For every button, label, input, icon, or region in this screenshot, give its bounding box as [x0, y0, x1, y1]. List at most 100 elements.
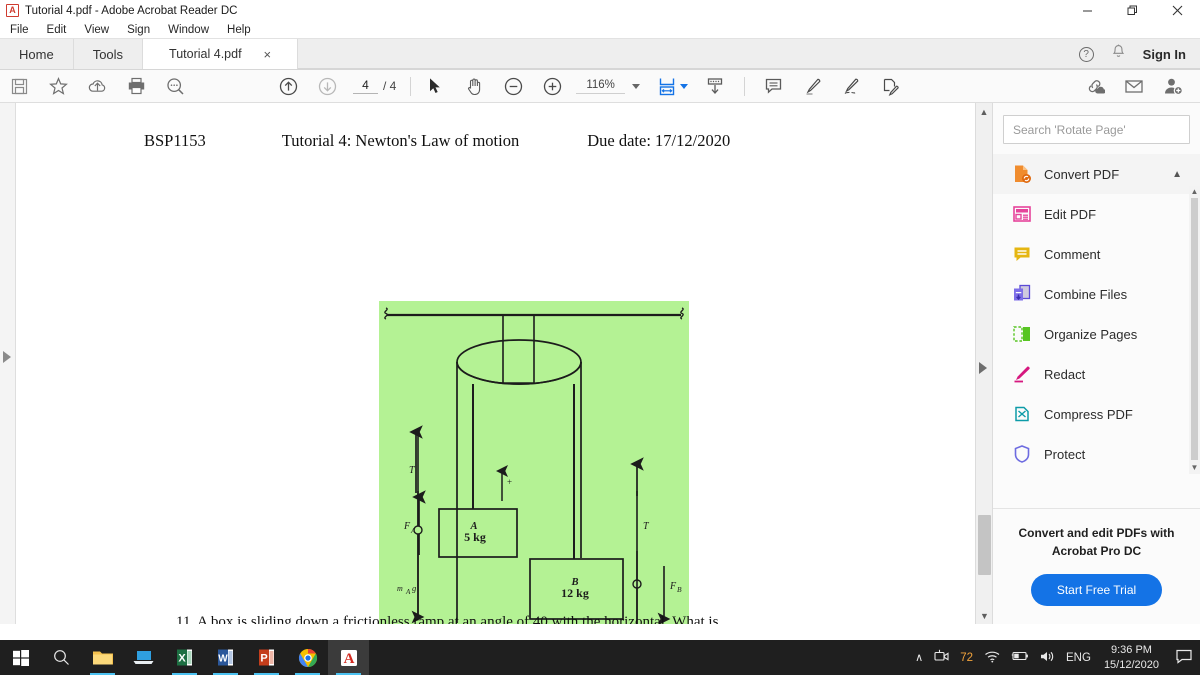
menu-item-file[interactable]: File	[8, 23, 31, 37]
acrobat-icon[interactable]: A	[328, 640, 369, 675]
chrome-icon[interactable]	[287, 640, 328, 675]
tool-item-combine-files[interactable]: Combine Files	[993, 274, 1200, 314]
tool-item-protect[interactable]: Protect	[993, 434, 1200, 474]
physics-figure: A 5 kg B 12 kg T F A m A g + T F B	[379, 301, 689, 624]
page-fit-icon[interactable]	[654, 70, 680, 103]
tools-scroll-down-icon[interactable]: ▼	[1189, 462, 1200, 474]
scroll-down-icon[interactable]: ▼	[976, 607, 993, 624]
menu-item-view[interactable]: View	[82, 23, 111, 37]
volume-icon[interactable]	[1040, 650, 1055, 666]
tab-tools[interactable]: Tools	[73, 39, 144, 69]
application-body: BSP1153 Tutorial 4: Newton's Law of moti…	[0, 103, 1200, 624]
expand-navigation-panel-icon[interactable]	[3, 351, 11, 363]
notifications-icon[interactable]	[1176, 649, 1192, 667]
restore-button[interactable]	[1110, 0, 1155, 21]
excel-icon[interactable]: X	[164, 640, 205, 675]
clock-date: 15/12/2020	[1103, 658, 1159, 671]
add-person-icon[interactable]	[1153, 70, 1192, 103]
menu-item-help[interactable]: Help	[225, 23, 253, 37]
save-icon[interactable]	[0, 70, 39, 103]
svg-text:12 kg: 12 kg	[561, 586, 589, 600]
due-date: Due date: 17/12/2020	[587, 131, 731, 150]
svg-text:W: W	[218, 654, 228, 665]
menu-item-window[interactable]: Window	[166, 23, 211, 37]
remote-desktop-icon[interactable]	[123, 640, 164, 675]
document-scrollbar[interactable]: ▲ ▼	[975, 103, 993, 624]
hand-tool-icon[interactable]	[455, 70, 494, 103]
tab-document[interactable]: Tutorial 4.pdf ×	[143, 39, 299, 69]
camera-icon[interactable]	[934, 649, 949, 666]
email-icon[interactable]	[1114, 70, 1153, 103]
toolbar-share-group	[1075, 70, 1192, 103]
tool-label-combine-files: Combine Files	[1044, 286, 1128, 302]
tool-item-edit-pdf[interactable]: Edit PDF	[993, 194, 1200, 234]
pdf-page: BSP1153 Tutorial 4: Newton's Law of moti…	[16, 103, 975, 624]
notification-bell-icon[interactable]	[1111, 44, 1126, 65]
temperature-indicator[interactable]: 72	[960, 652, 973, 664]
tool-label-convert-pdf: Convert PDF	[1044, 166, 1120, 182]
sign-icon[interactable]	[832, 70, 871, 103]
zoom-out-icon[interactable]	[494, 70, 533, 103]
svg-text:X: X	[178, 653, 186, 665]
clock[interactable]: 9:36 PM 15/12/2020	[1104, 643, 1159, 672]
print-icon[interactable]	[117, 70, 156, 103]
search-icon[interactable]	[41, 640, 82, 675]
chevron-down-icon[interactable]	[631, 83, 640, 89]
tab-home[interactable]: Home	[0, 39, 74, 69]
scroll-up-icon[interactable]: ▲	[976, 103, 992, 120]
start-icon[interactable]	[0, 640, 41, 675]
star-icon[interactable]	[39, 70, 78, 103]
tools-scrollbar-thumb[interactable]	[1191, 198, 1198, 460]
previous-page-icon[interactable]	[269, 70, 308, 103]
powerpoint-icon[interactable]: P	[246, 640, 287, 675]
share-link-icon[interactable]	[1075, 70, 1114, 103]
tool-item-convert-pdf[interactable]: Convert PDF ▲	[993, 154, 1200, 194]
scrollbar-thumb[interactable]	[978, 515, 991, 575]
tool-item-redact[interactable]: Redact	[993, 354, 1200, 394]
tools-scroll-up-icon[interactable]: ▲	[1189, 186, 1200, 198]
sign-in-button[interactable]: Sign In	[1143, 47, 1186, 62]
scroll-mode-icon[interactable]	[696, 70, 735, 103]
menu-item-edit[interactable]: Edit	[45, 23, 69, 37]
close-button[interactable]	[1155, 0, 1200, 21]
tool-item-comment[interactable]: Comment	[993, 234, 1200, 274]
fill-sign-icon[interactable]	[871, 70, 910, 103]
document-view[interactable]: BSP1153 Tutorial 4: Newton's Law of moti…	[16, 103, 975, 624]
zoom-level-value[interactable]: 116%	[576, 78, 625, 94]
zoom-in-icon[interactable]	[533, 70, 572, 103]
tool-label-compress-pdf: Compress PDF	[1044, 406, 1133, 422]
help-icon[interactable]: ?	[1078, 47, 1094, 62]
tools-panel: Search 'Rotate Page' Convert PDF ▲ Edit …	[992, 103, 1200, 624]
page-fit-chevron-icon[interactable]	[679, 83, 688, 89]
collapse-right-panel-icon[interactable]	[979, 362, 987, 374]
page-number-input[interactable]: 4	[353, 78, 378, 94]
start-free-trial-button[interactable]: Start Free Trial	[1030, 574, 1163, 606]
upload-cloud-icon[interactable]	[78, 70, 117, 103]
file-explorer-icon[interactable]	[82, 640, 123, 675]
tray-chevron-icon[interactable]: ∧	[915, 651, 923, 664]
wifi-icon[interactable]	[984, 650, 1000, 666]
battery-icon[interactable]	[1011, 650, 1029, 665]
menu-item-sign[interactable]: Sign	[125, 23, 152, 37]
next-page-icon[interactable]	[308, 70, 347, 103]
search-input[interactable]: Search 'Rotate Page'	[1003, 115, 1190, 144]
page-total-label: / 4	[383, 79, 397, 93]
search-icon[interactable]	[156, 70, 195, 103]
svg-text:B: B	[677, 585, 682, 594]
highlight-icon[interactable]	[793, 70, 832, 103]
redact-icon	[1012, 364, 1032, 384]
tool-item-compress-pdf[interactable]: Compress PDF	[993, 394, 1200, 434]
comment-icon[interactable]	[754, 70, 793, 103]
tools-list: Convert PDF ▲ Edit PDF Comment Combine F…	[993, 150, 1200, 508]
tool-item-organize-pages[interactable]: Organize Pages	[993, 314, 1200, 354]
toolbar-divider-2	[743, 76, 745, 96]
chevron-up-icon[interactable]: ▲	[1172, 169, 1182, 180]
select-tool-icon[interactable]	[416, 70, 455, 103]
course-code: BSP1153	[144, 131, 206, 150]
language-indicator[interactable]: ENG	[1066, 652, 1091, 664]
comment-icon	[1012, 244, 1032, 264]
word-icon[interactable]: W	[205, 640, 246, 675]
tools-panel-scrollbar[interactable]: ▲ ▼	[1189, 186, 1200, 475]
close-tab-icon[interactable]: ×	[264, 47, 272, 62]
minimize-button[interactable]	[1065, 0, 1110, 21]
